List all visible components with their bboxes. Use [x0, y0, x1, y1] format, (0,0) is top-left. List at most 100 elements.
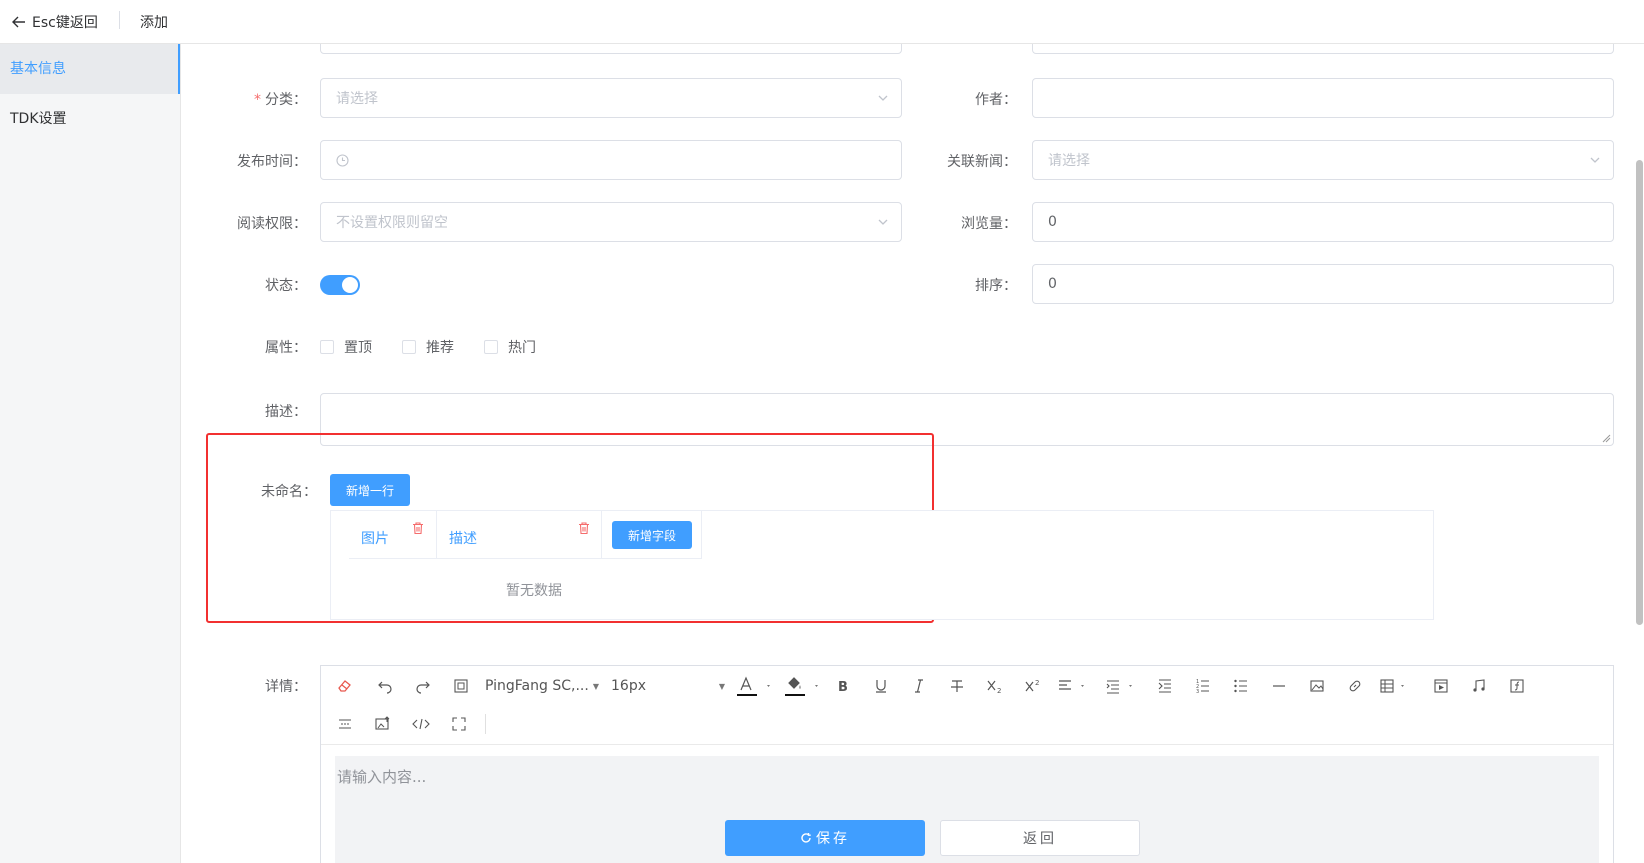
svg-text:2: 2	[997, 687, 1001, 694]
related-news-label: 关联新闻：	[947, 154, 1017, 170]
checkbox-box[interactable]	[402, 340, 416, 354]
strikethrough-icon[interactable]	[945, 676, 969, 696]
add-row-button[interactable]: 新增一行	[330, 474, 410, 506]
indent-icon[interactable]	[1153, 676, 1177, 696]
column-header-actions: 新增字段	[602, 511, 702, 559]
read-permission-placeholder: 不设置权限则留空	[336, 215, 448, 231]
caret-down-icon: ▼	[718, 681, 725, 691]
svg-text:3: 3	[1196, 689, 1199, 694]
code-icon[interactable]	[409, 714, 433, 734]
image-manager-icon[interactable]	[371, 714, 395, 734]
related-news-placeholder: 请选择	[1048, 153, 1090, 169]
views-input[interactable]: 0	[1032, 202, 1614, 242]
chevron-down-icon	[878, 95, 888, 101]
unnamed-label: 未命名：	[261, 484, 317, 500]
column-header-description: 描述	[437, 511, 602, 559]
read-permission-select[interactable]: 不设置权限则留空	[320, 202, 902, 242]
superscript-icon[interactable]: 2	[1021, 676, 1045, 696]
video-icon[interactable]	[1429, 676, 1453, 696]
undo-icon[interactable]	[373, 676, 397, 696]
unordered-list-icon[interactable]	[1229, 676, 1253, 696]
checkbox-pin-top[interactable]: 置顶	[320, 337, 372, 357]
font-size-select[interactable]: 16px ▼	[611, 676, 725, 696]
form-area: * 分类： 请选择 作者： 发布时间： 关联新闻： 请选择 阅读权限： 不设置权限…	[182, 44, 1644, 863]
return-label: 返回	[1023, 831, 1057, 847]
sort-input[interactable]: 0	[1032, 264, 1614, 304]
description-label: 描述：	[265, 404, 307, 420]
save-button[interactable]: 保存	[725, 820, 925, 856]
column-header-description-label[interactable]: 描述	[449, 528, 477, 548]
link-icon[interactable]	[1343, 676, 1367, 696]
image-icon[interactable]	[1305, 676, 1329, 696]
page-break-icon[interactable]	[333, 714, 357, 734]
resize-grip-icon[interactable]	[1602, 434, 1611, 443]
checkbox-box[interactable]	[484, 340, 498, 354]
editor-placeholder: 请输入内容...	[337, 768, 427, 786]
page-title: 添加	[140, 15, 168, 31]
checkbox-hot[interactable]: 热门	[484, 337, 536, 357]
read-permission-label: 阅读权限：	[237, 216, 307, 232]
category-placeholder: 请选择	[336, 91, 378, 107]
chevron-down-icon	[1590, 157, 1600, 163]
status-switch[interactable]	[320, 275, 360, 295]
details-label: 详情：	[265, 679, 307, 695]
status-label: 状态：	[265, 278, 307, 294]
ordered-list-icon[interactable]: 123	[1191, 676, 1215, 696]
save-label: 保存	[816, 831, 850, 847]
checkbox-recommend[interactable]: 推荐	[402, 337, 454, 357]
category-select[interactable]: 请选择	[320, 78, 902, 118]
select-all-icon[interactable]	[449, 676, 473, 696]
add-field-button[interactable]: 新增字段	[612, 521, 692, 549]
checkbox-box[interactable]	[320, 340, 334, 354]
sidebar-item-basic-info[interactable]: 基本信息	[0, 44, 180, 94]
horizontal-rule-icon[interactable]	[1267, 676, 1291, 696]
table-icon[interactable]	[1377, 676, 1417, 696]
align-icon[interactable]	[1055, 676, 1095, 696]
author-input[interactable]	[1032, 78, 1614, 118]
font-color-icon[interactable]	[735, 674, 775, 700]
cut-off-input-right[interactable]	[1032, 44, 1614, 54]
empty-text: 暂无数据	[506, 583, 562, 599]
arrow-left-icon	[12, 16, 25, 28]
trash-icon[interactable]	[411, 521, 425, 535]
scrollbar-thumb[interactable]	[1636, 160, 1643, 625]
trash-icon[interactable]	[577, 521, 591, 535]
cut-off-input-left[interactable]	[320, 44, 902, 54]
column-header-image: 图片	[349, 511, 437, 559]
publish-time-picker[interactable]	[320, 140, 902, 180]
publish-time-label: 发布时间：	[237, 154, 307, 170]
bold-icon[interactable]: B	[831, 676, 855, 696]
formula-icon[interactable]	[1505, 676, 1529, 696]
subscript-icon[interactable]: 2	[983, 676, 1007, 696]
toolbar-divider	[485, 714, 486, 734]
category-label: * 分类：	[254, 92, 307, 108]
italic-icon[interactable]	[907, 676, 931, 696]
related-news-select[interactable]: 请选择	[1032, 140, 1614, 180]
svg-text:B: B	[838, 680, 848, 694]
back-link[interactable]: Esc键返回	[12, 12, 98, 32]
column-header-image-label[interactable]: 图片	[361, 528, 389, 548]
back-label: Esc键返回	[32, 15, 98, 31]
caret-down-icon: ▼	[592, 681, 599, 691]
author-label: 作者：	[975, 92, 1017, 108]
svg-text:2: 2	[1035, 679, 1039, 687]
clock-icon	[336, 153, 349, 167]
sidebar: 基本信息 TDK设置	[0, 44, 181, 863]
unnamed-table: 图片 描述 新增字段 暂无数据	[330, 510, 1434, 620]
redo-icon[interactable]	[411, 676, 435, 696]
return-button[interactable]: 返回	[940, 820, 1140, 856]
font-family-select[interactable]: PingFang SC,... ▼	[485, 676, 603, 696]
toolbar-separator	[321, 744, 1613, 745]
attributes-label: 属性：	[265, 340, 307, 356]
line-height-icon[interactable]	[1103, 676, 1143, 696]
divider	[119, 11, 120, 29]
sort-label: 排序：	[975, 278, 1017, 294]
sidebar-item-tdk-settings[interactable]: TDK设置	[0, 94, 180, 144]
background-color-icon[interactable]	[783, 674, 823, 700]
top-bar: Esc键返回 添加	[0, 0, 1644, 44]
audio-icon[interactable]	[1467, 676, 1491, 696]
eraser-icon[interactable]	[333, 676, 357, 696]
underline-icon[interactable]	[869, 676, 893, 696]
chevron-down-icon	[878, 219, 888, 225]
fullscreen-icon[interactable]	[447, 714, 471, 734]
